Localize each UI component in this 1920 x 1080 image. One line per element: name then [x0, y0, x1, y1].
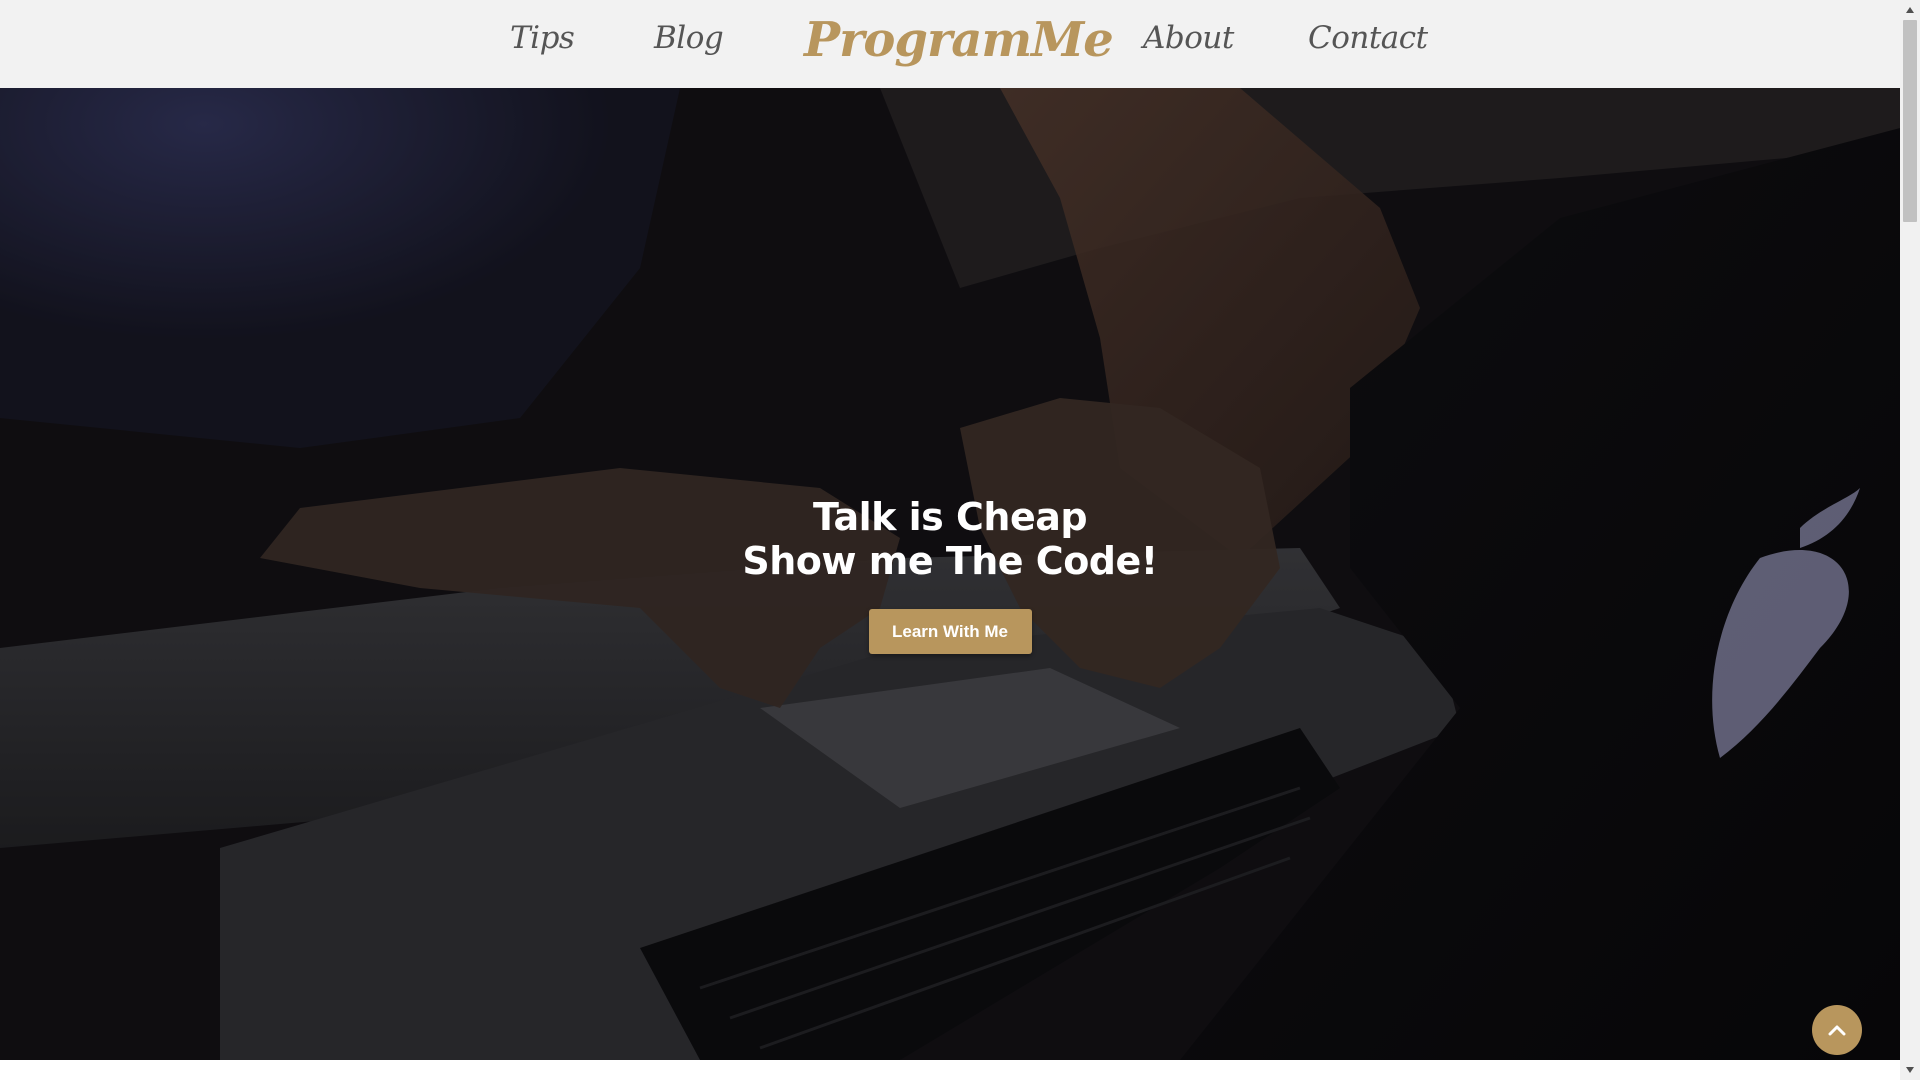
- page-below-hero: [0, 1060, 1900, 1080]
- hero-headline-line-1: Talk is Cheap: [812, 495, 1088, 539]
- scrollbar-thumb[interactable]: [1903, 20, 1917, 222]
- hero-headline: Talk is Cheap Show me The Code!: [0, 495, 1900, 583]
- scrollbar-down-arrow[interactable]: [1900, 1060, 1920, 1080]
- brand-logo[interactable]: ProgramMe: [804, 12, 1114, 68]
- hero-headline-line-2: Show me The Code!: [742, 539, 1158, 583]
- hero-content: Talk is Cheap Show me The Code! Learn Wi…: [0, 495, 1900, 654]
- scrollbar-up-arrow[interactable]: [1900, 0, 1920, 20]
- page-scrollbar[interactable]: [1900, 0, 1920, 1080]
- triangle-down-icon: [1906, 1067, 1914, 1073]
- nav-link-blog[interactable]: Blog: [654, 20, 724, 56]
- hero-section: Talk is Cheap Show me The Code! Learn Wi…: [0, 88, 1900, 1060]
- nav-link-about[interactable]: About: [1143, 20, 1234, 56]
- triangle-up-icon: [1906, 7, 1914, 13]
- nav-link-contact[interactable]: Contact: [1308, 20, 1428, 56]
- top-navbar: Tips Blog ProgramMe About Contact: [0, 0, 1900, 88]
- scroll-to-top-button[interactable]: [1812, 1005, 1862, 1055]
- learn-with-me-button[interactable]: Learn With Me: [868, 609, 1032, 654]
- nav-link-tips[interactable]: Tips: [510, 20, 575, 56]
- chevron-up-icon: [1828, 1025, 1846, 1036]
